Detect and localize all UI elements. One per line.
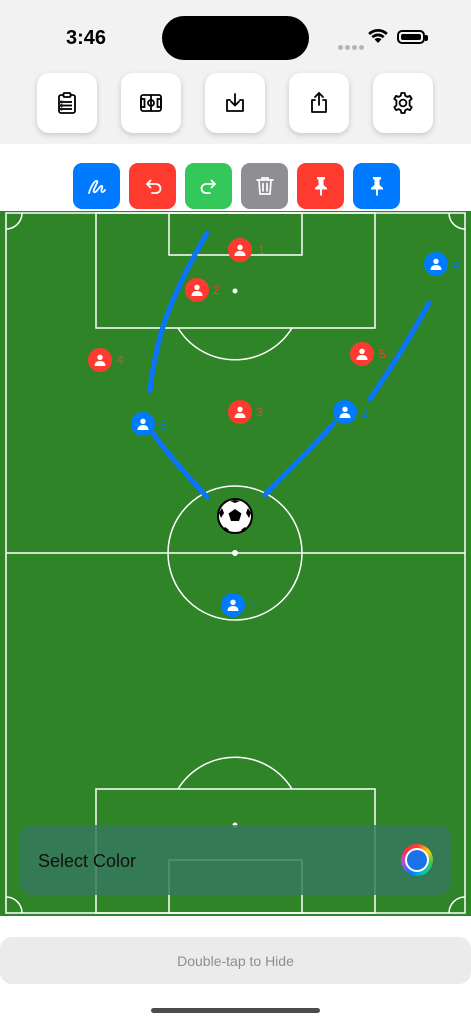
share-button[interactable] <box>289 73 349 133</box>
undo-button[interactable] <box>129 163 176 209</box>
person-icon <box>234 406 246 418</box>
status-bar: 3:46 <box>0 0 471 60</box>
blue-player-1[interactable] <box>221 593 245 617</box>
blue-player-4[interactable] <box>424 252 448 276</box>
clear-button[interactable] <box>241 163 288 209</box>
drawing-toolbar <box>0 160 471 212</box>
red-player-1[interactable] <box>228 238 252 262</box>
color-picker-panel: Select Color <box>19 825 452 895</box>
signal-icon <box>338 37 366 55</box>
soccer-field[interactable]: 1 2 3 4 5 1 2 3 4 <box>0 211 471 916</box>
color-well-button[interactable] <box>401 844 433 876</box>
hide-hint-bar[interactable]: Double-tap to Hide <box>0 937 471 984</box>
person-icon <box>94 354 106 366</box>
battery-icon <box>397 30 428 44</box>
settings-button[interactable] <box>373 73 433 133</box>
home-indicator <box>151 1008 320 1013</box>
draw-button[interactable] <box>73 163 120 209</box>
top-toolbar <box>0 60 471 144</box>
drawn-strokes <box>147 230 432 500</box>
person-icon <box>227 599 239 611</box>
trash-icon <box>255 177 274 195</box>
selected-color-swatch <box>407 850 427 870</box>
red-player-2-number: 2 <box>213 283 220 297</box>
scribble-icon <box>87 180 106 194</box>
red-player-3-number: 3 <box>256 405 263 419</box>
pin-red-button[interactable] <box>297 163 344 209</box>
red-player-5[interactable] <box>350 342 374 366</box>
color-picker-label: Select Color <box>38 851 137 871</box>
red-player-3[interactable] <box>228 400 252 424</box>
hide-hint-text: Double-tap to Hide <box>177 952 294 969</box>
dynamic-island <box>162 16 309 60</box>
person-icon <box>356 348 368 360</box>
red-player-4-number: 4 <box>117 353 124 367</box>
blue-player-1-number: 1 <box>250 599 257 613</box>
redo-button[interactable] <box>185 163 232 209</box>
person-icon <box>191 284 203 296</box>
status-time: 3:46 <box>66 27 107 49</box>
field-button[interactable] <box>121 73 181 133</box>
undo-arrow-icon <box>145 179 161 194</box>
blue-player-2-number: 2 <box>362 406 369 420</box>
lineup-button[interactable] <box>37 73 97 133</box>
person-icon <box>137 418 149 430</box>
gear-icon <box>393 92 413 114</box>
wifi-icon <box>368 28 388 43</box>
red-player-5-number: 5 <box>379 347 386 361</box>
clipboard-icon <box>58 92 76 114</box>
field-markings <box>5 212 466 914</box>
pin-icon <box>314 177 327 196</box>
field-icon <box>140 94 162 112</box>
red-player-2[interactable] <box>185 278 209 302</box>
blue-player-3-number: 3 <box>160 418 167 432</box>
red-player-4[interactable] <box>88 348 112 372</box>
share-icon <box>311 92 327 113</box>
soccer-ball-icon <box>217 498 253 534</box>
pin-blue-button[interactable] <box>353 163 400 209</box>
redo-arrow-icon <box>200 179 216 194</box>
blue-player-2[interactable] <box>333 400 357 424</box>
download-button[interactable] <box>205 73 265 133</box>
tray-download-icon <box>226 93 244 112</box>
person-icon <box>339 406 351 418</box>
pin-icon <box>370 177 383 196</box>
blue-player-4-number: 4 <box>453 258 460 272</box>
blue-player-3[interactable] <box>131 412 155 436</box>
red-player-1-number: 1 <box>258 243 265 257</box>
person-icon <box>234 244 246 256</box>
person-icon <box>430 258 442 270</box>
